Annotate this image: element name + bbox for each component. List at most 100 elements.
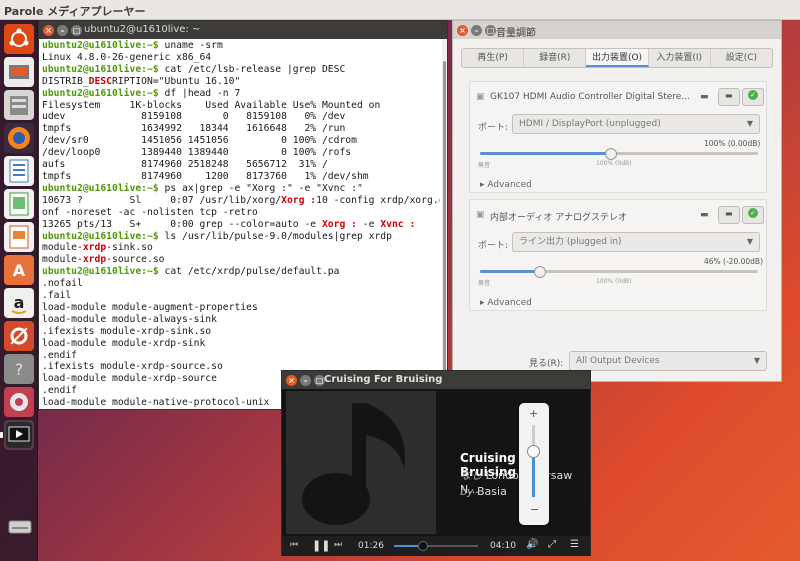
port-select[interactable]: ライン出力 (plugged in) ▼ — [512, 232, 760, 252]
terminal-text: load-module module-augment-properties — [42, 301, 258, 313]
show-devices-select[interactable]: All Output Devices ▼ — [569, 351, 767, 371]
volume-fill — [480, 270, 541, 273]
shell-prompt: ubuntu2@u1610live:~$ — [42, 230, 165, 242]
song-artist-line: by Basia — [460, 485, 507, 498]
shell-prompt: ubuntu2@u1610live:~$ — [42, 266, 165, 278]
terminal-text: Filesystem 1K-blocks Used Available Use%… — [42, 99, 381, 111]
previous-icon[interactable]: ⏮ — [290, 540, 298, 550]
tab-recording[interactable]: 録音(R) — [524, 49, 587, 67]
seek-knob[interactable] — [417, 541, 428, 551]
chevron-down-icon: ▼ — [753, 356, 760, 365]
close-icon[interactable]: × — [286, 375, 297, 386]
tab-playback[interactable]: 再生(P) — [462, 49, 525, 67]
terminal-line: tmpfs 1634992 18344 1616648 2% /run — [42, 123, 440, 135]
tab-configuration[interactable]: 設定(C) — [711, 49, 772, 67]
terminal-text: uname -srm — [164, 40, 223, 51]
software-center-icon[interactable]: A — [4, 255, 34, 285]
terminal-title: ubuntu2@u1610live: ~ — [84, 24, 201, 35]
pause-icon[interactable]: ❚❚ — [312, 539, 330, 552]
terminal-window[interactable]: × – □ ubuntu2@u1610live: ~ ubuntu2@u1610… — [38, 20, 448, 410]
drive-icon[interactable] — [6, 512, 34, 540]
files-icon[interactable] — [4, 90, 34, 120]
terminal-scrollbar[interactable] — [442, 39, 447, 409]
zero-db-label: 100% (0dB) — [596, 278, 632, 285]
scrollbar-thumb[interactable] — [443, 61, 446, 405]
terminal-line: Linux 4.8.0-26-generic x86_64 — [42, 52, 440, 64]
port-label: ポート: — [478, 241, 509, 251]
terminal-line: DISTRIB_DESCRIPTION="Ubuntu 16.10" — [42, 76, 440, 88]
chevron-down-icon: ▼ — [746, 119, 753, 128]
playlist-icon[interactable]: ☰ — [570, 539, 579, 550]
set-default-button[interactable]: ✓ — [742, 206, 764, 224]
libreoffice-writer-icon[interactable] — [4, 156, 34, 186]
fullscreen-icon[interactable]: ⤢ — [548, 539, 556, 550]
terminal-text: /dev/sr0 1451056 1451056 0 100% /cdrom — [42, 135, 357, 147]
firefox-icon[interactable] — [4, 123, 34, 153]
parole-media-player-icon[interactable] — [4, 420, 34, 450]
minimize-icon[interactable]: – — [471, 25, 482, 36]
terminal-line: .nofail — [42, 278, 440, 290]
mute-icon[interactable]: ▬ — [700, 210, 709, 220]
parole-title: Cruising For Bruising — [324, 374, 443, 385]
terminal-line: /dev/sr0 1451056 1451056 0 100% /cdrom — [42, 135, 440, 147]
system-tools-icon[interactable] — [4, 57, 34, 87]
volume-knob[interactable] — [527, 445, 540, 459]
ubuntu-dash-icon[interactable] — [4, 24, 34, 54]
grep-match: xrdp — [82, 254, 107, 266]
terminal-titlebar[interactable]: × – □ ubuntu2@u1610live: ~ — [39, 21, 447, 39]
help-icon[interactable]: ? — [4, 354, 34, 384]
libreoffice-impress-icon[interactable] — [4, 222, 34, 252]
volume-slider-knob[interactable] — [604, 148, 617, 160]
next-icon[interactable]: ⏭ — [334, 540, 342, 550]
svg-text:A: A — [13, 261, 26, 280]
sound-titlebar[interactable]: × – □ 音量調節 — [453, 21, 781, 39]
terminal-text: .endif — [42, 349, 77, 361]
volume-down-icon[interactable]: − — [530, 503, 539, 516]
lock-channels-button[interactable]: ▬ — [718, 206, 740, 224]
volume-icon[interactable]: 🔊 — [526, 539, 538, 550]
top-panel: Parole メディアプレーヤー — [0, 0, 800, 20]
terminal-line: load-module module-augment-properties — [42, 302, 440, 314]
terminal-text: 10 -config xrdp/xorg.c — [316, 194, 440, 206]
tab-output-devices[interactable]: 出力装置(O) — [586, 49, 649, 67]
advanced-expander[interactable]: ▸ Advanced — [480, 180, 532, 190]
terminal-line: load-module module-xrdp-sink — [42, 338, 440, 350]
parole-window[interactable]: × – □ Cruising For Bruising Cruising For… — [281, 370, 591, 556]
system-settings-icon[interactable] — [4, 321, 34, 351]
maximize-icon[interactable]: □ — [485, 25, 496, 36]
terminal-line: .fail — [42, 290, 440, 302]
remmina-icon[interactable] — [4, 387, 34, 417]
tab-input-devices[interactable]: 入力装置(I) — [649, 49, 711, 67]
terminal-text: tmpfs 1634992 18344 1616648 2% /run — [42, 123, 346, 135]
set-default-button[interactable]: ✓ — [742, 88, 764, 106]
volume-up-icon[interactable]: + — [529, 407, 538, 420]
terminal-text: module- — [42, 242, 83, 254]
lock-channels-button[interactable]: ▬ — [718, 88, 740, 106]
port-select[interactable]: HDMI / DisplayPort (unplugged) ▼ — [512, 114, 760, 134]
terminal-line: ubuntu2@u1610live:~$ ps ax|grep -e "Xorg… — [42, 183, 440, 195]
terminal-text: ps ax|grep -e "Xorg :" -e "Xvnc :" — [164, 182, 363, 194]
terminal-line: Filesystem 1K-blocks Used Available Use%… — [42, 100, 440, 112]
terminal-text: Linux 4.8.0-26-generic x86_64 — [42, 51, 212, 63]
artist-prefix: by — [460, 485, 474, 498]
terminal-line: aufs 8174960 2518248 5656712 31% / — [42, 159, 440, 171]
terminal-line: udev 8159108 0 8159108 0% /dev — [42, 111, 440, 123]
libreoffice-calc-icon[interactable] — [4, 189, 34, 219]
terminal-text: cat /etc/xrdp/pulse/default.pa — [164, 266, 340, 278]
maximize-icon[interactable]: □ — [71, 25, 82, 36]
close-icon[interactable]: × — [43, 25, 54, 36]
sound-tabs: 再生(P) 録音(R) 出力装置(O) 入力装置(I) 設定(C) — [461, 48, 773, 68]
minimize-icon[interactable]: – — [300, 375, 311, 386]
time-total: 04:10 — [490, 541, 516, 551]
close-icon[interactable]: × — [457, 25, 468, 36]
terminal-text: 10673 ? Sl 0:07 /usr/lib/xorg/ — [42, 194, 282, 206]
minimize-icon[interactable]: – — [57, 25, 68, 36]
mute-icon[interactable]: ▬ — [700, 92, 709, 102]
volume-fill — [480, 152, 611, 155]
sound-settings-window[interactable]: × – □ 音量調節 再生(P) 録音(R) 出力装置(O) 入力装置(I) 設… — [452, 20, 782, 382]
advanced-expander[interactable]: ▸ Advanced — [480, 298, 532, 308]
parole-titlebar[interactable]: × – □ Cruising For Bruising — [282, 371, 590, 389]
amazon-icon[interactable]: a — [4, 288, 34, 318]
terminal-output[interactable]: ubuntu2@u1610live:~$ uname -srm Linux 4.8… — [42, 40, 440, 410]
volume-slider-knob[interactable] — [534, 266, 547, 278]
